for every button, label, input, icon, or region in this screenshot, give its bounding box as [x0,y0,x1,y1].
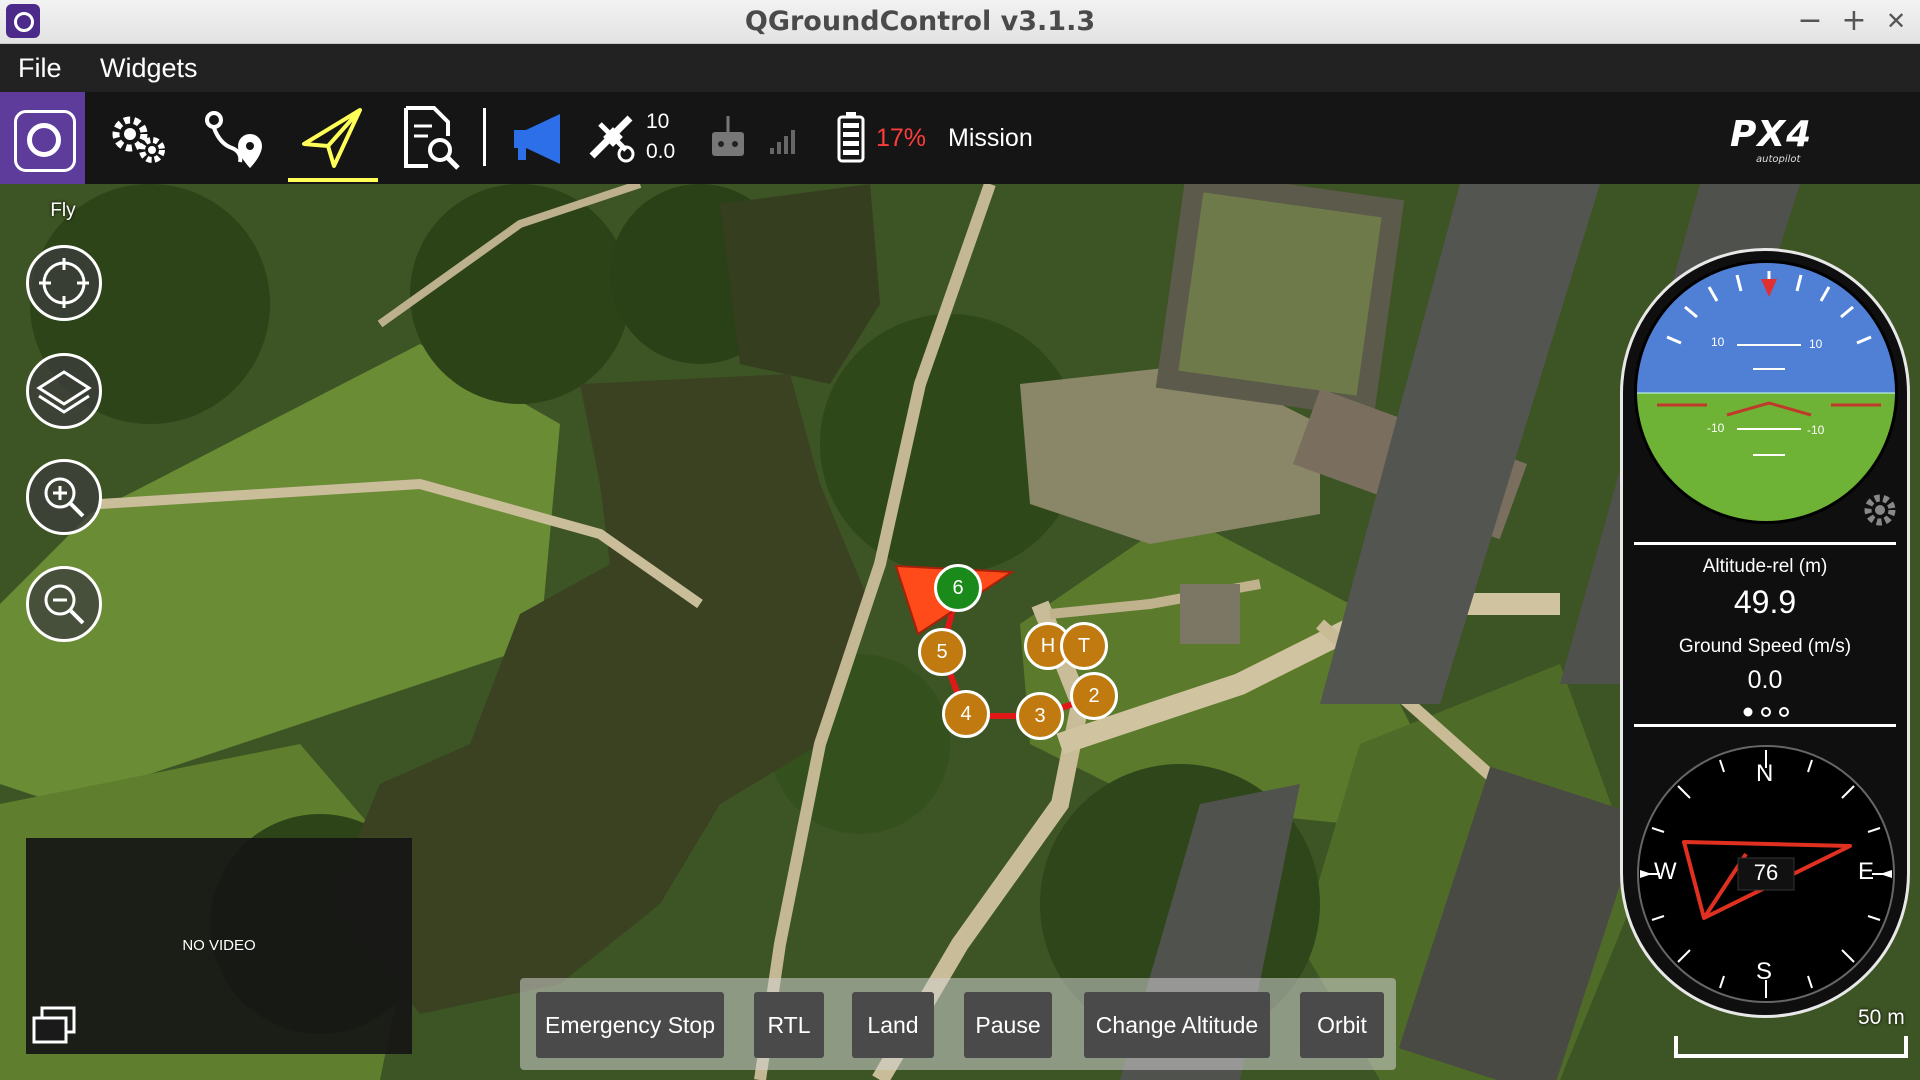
window-title: QGroundControl v3.1.3 [744,6,1096,37]
page-indicator[interactable] [1738,704,1794,718]
rc-transmitter-icon[interactable] [708,104,748,172]
battery-icon[interactable] [834,104,868,172]
compass-west-label: W [1654,858,1677,885]
swap-view-icon[interactable] [30,1004,80,1048]
takeoff-marker[interactable]: T [1060,622,1108,670]
map-scale-label: 50 m [1858,1006,1905,1029]
toolbar-separator [483,108,486,166]
ground-speed-label: Ground Speed (m/s) [1678,636,1852,657]
gps-satellite-icon[interactable] [586,104,644,172]
compass-widget: N S W E 76 [1634,742,1898,1006]
active-tab-indicator [288,178,378,182]
fly-tools-label: Fly [50,200,76,221]
minimize-button[interactable]: − [1790,2,1830,42]
messages-megaphone-icon[interactable] [508,104,572,172]
px4-logo-sub: autopilot [1756,154,1801,165]
qgc-window: QGroundControl v3.1.3 − + ✕ File Widgets [0,0,1920,1080]
waypoint-marker[interactable]: 4 [942,690,990,738]
compass-east-label: E [1858,858,1875,885]
emergency-stop-button[interactable]: Emergency Stop [536,992,724,1058]
ground-speed-value: 0.0 [1747,666,1783,694]
flight-mode-selector[interactable]: Mission [948,92,1033,184]
qgc-logo-icon[interactable] [0,92,85,184]
video-panel[interactable]: NO VIDEO [26,838,412,1054]
px4-logo: PX4 [1730,114,1813,155]
rc-signal-icon [768,104,802,172]
menu-widgets[interactable]: Widgets [100,44,198,92]
main-toolbar: 10 0.0 17% Mission PX4 autopilot [0,92,1920,184]
map-scale-bar [1674,1032,1910,1060]
zoom-out-icon [44,584,85,625]
zoom-in-icon [44,477,85,518]
battery-percent: 17% [876,124,927,152]
altitude-value: 49.9 [1733,584,1797,620]
waypoint-marker[interactable]: 6 [934,564,982,612]
pause-button[interactable]: Pause [964,992,1052,1058]
center-icon [39,258,89,308]
rtl-button[interactable]: RTL [754,992,824,1058]
gps-hdop: 0.0 [646,140,676,163]
plan-icon[interactable] [198,100,274,176]
maximize-button[interactable]: + [1834,2,1874,42]
gps-status: 10 0.0 [646,107,675,167]
map-layers-button[interactable] [26,353,102,429]
waypoint-marker[interactable]: 3 [1016,692,1064,740]
pitch-label: 10 [1809,337,1823,351]
video-status: NO VIDEO [182,937,256,954]
attitude-indicator: 10 10 -10 -10 [1634,260,1898,524]
waypoint-marker[interactable]: 2 [1070,672,1118,720]
center-map-button[interactable] [26,245,102,321]
pitch-label: -10 [1707,421,1725,435]
change-altitude-button[interactable]: Change Altitude [1084,992,1270,1058]
settings-icon[interactable] [100,100,176,176]
waypoint-marker[interactable]: 5 [918,628,966,676]
compass-south-label: S [1756,958,1773,985]
pitch-label: -10 [1807,423,1825,437]
title-bar: QGroundControl v3.1.3 − + ✕ [0,0,1920,44]
instrument-settings-icon[interactable] [1860,490,1900,530]
compass-heading-value: 76 [1753,860,1779,885]
map-layers-icon [36,370,92,414]
analyze-icon[interactable] [392,100,468,176]
menu-bar: File Widgets [0,44,1920,92]
close-button[interactable]: ✕ [1876,2,1916,42]
menu-file[interactable]: File [18,44,62,92]
compass-north-label: N [1756,760,1774,787]
orbit-button[interactable]: Orbit [1300,992,1384,1058]
altitude-label: Altitude-rel (m) [1702,556,1828,577]
gps-satellite-count: 10 [646,110,670,133]
fly-icon[interactable] [294,100,370,176]
instrument-divider [1634,542,1896,545]
zoom-in-button[interactable] [26,459,102,535]
land-button[interactable]: Land [852,992,934,1058]
zoom-out-button[interactable] [26,566,102,642]
pitch-label: 10 [1711,335,1725,349]
instrument-divider [1634,724,1896,727]
